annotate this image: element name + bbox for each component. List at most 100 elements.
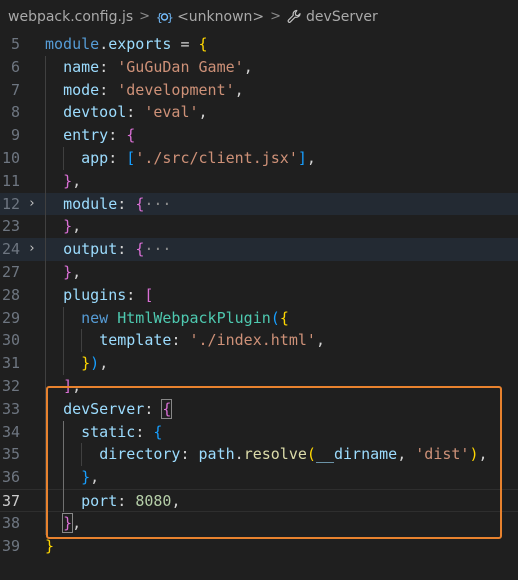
code-editor[interactable]: 5 module.exports = {6 name: 'GuGuDan Game…: [0, 33, 518, 580]
code-token: :: [117, 492, 136, 510]
code-line[interactable]: 5 module.exports = {: [0, 33, 518, 56]
code-token: {: [279, 308, 289, 327]
line-number: 28: [1, 285, 20, 304]
code-line[interactable]: 35 directory: path.resolve(__dirname, 'd…: [0, 443, 518, 466]
code-token: ,: [306, 149, 316, 167]
code-text: }),: [45, 352, 108, 375]
code-line[interactable]: 34 static: {: [0, 421, 518, 444]
code-token: './index.html': [189, 331, 316, 350]
code-token: resolve: [243, 445, 307, 464]
code-text: new HtmlWebpackPlugin({: [45, 307, 289, 330]
code-token: mode: [63, 80, 100, 99]
code-token: :: [99, 57, 118, 76]
code-token: new: [81, 308, 109, 327]
code-line[interactable]: 39}: [0, 535, 518, 558]
code-token: HtmlWebpackPlugin: [117, 308, 271, 327]
code-line[interactable]: 28 plugins: [: [0, 284, 518, 307]
line-number: 6: [10, 57, 20, 76]
line-number: 27: [1, 263, 20, 281]
code-text: module.exports = {: [45, 33, 208, 56]
code-line[interactable]: 23 },: [0, 215, 518, 238]
code-token: ,: [234, 80, 244, 99]
code-text: plugins: [: [45, 284, 153, 307]
code-token: {: [126, 126, 136, 145]
line-number: 5: [10, 35, 20, 53]
code-line[interactable]: 30 template: './index.html',: [0, 329, 518, 352]
code-token: ,: [315, 331, 325, 350]
line-number: 30: [1, 331, 20, 350]
code-token: output: [63, 240, 118, 259]
indent-guide: [63, 147, 65, 170]
code-line[interactable]: 38 },: [0, 512, 518, 535]
code-text: },: [45, 512, 81, 535]
code-token: }: [81, 468, 91, 487]
code-line[interactable]: 33 devServer: {: [0, 398, 518, 421]
indent-guide: [63, 420, 65, 512]
breadcrumb-file-label: webpack.config.js: [8, 8, 134, 25]
line-number: 7: [10, 80, 20, 99]
code-token: ,: [397, 445, 416, 464]
code-token: ,: [198, 103, 208, 122]
code-line[interactable]: 36 },: [0, 466, 518, 489]
code-token: ): [469, 445, 479, 464]
line-number: 32: [1, 377, 20, 395]
code-line[interactable]: 27 },: [0, 261, 518, 284]
code-line[interactable]: 29 new HtmlWebpackPlugin({: [0, 307, 518, 330]
code-token: ,: [478, 445, 488, 464]
code-line[interactable]: 7 mode: 'development',: [0, 79, 518, 102]
breadcrumb-object[interactable]: { } <unknown>: [156, 9, 264, 25]
code-token: 'dist': [415, 445, 470, 464]
code-token: :: [117, 240, 136, 259]
indent-guide: [45, 55, 46, 535]
wrench-icon: [287, 9, 302, 24]
breadcrumb-object-label: <unknown>: [177, 8, 265, 25]
code-token: 'eval': [144, 103, 199, 122]
code-line[interactable]: 24 › output: {···: [0, 238, 518, 261]
svg-text:}: }: [167, 11, 173, 24]
code-text: directory: path.resolve(__dirname, 'dist…: [45, 443, 488, 466]
line-number: 34: [1, 422, 20, 441]
code-token: module: [63, 194, 118, 213]
chevron-right-icon: >: [270, 9, 282, 24]
code-token: (: [270, 308, 280, 327]
fold-chevron-icon[interactable]: ›: [24, 193, 40, 216]
code-token: ,: [243, 57, 253, 76]
code-line[interactable]: 32 ],: [0, 375, 518, 398]
code-line[interactable]: 6 name: 'GuGuDan Game',: [0, 56, 518, 79]
breadcrumb-property[interactable]: devServer: [287, 9, 378, 25]
code-line[interactable]: 9 entry: {: [0, 124, 518, 147]
code-token: {: [135, 194, 145, 213]
breadcrumb-file[interactable]: webpack.config.js: [8, 9, 133, 25]
code-line[interactable]: 8 devtool: 'eval',: [0, 101, 518, 124]
code-text: template: './index.html',: [45, 329, 325, 352]
breadcrumb-property-label: devServer: [306, 8, 378, 25]
line-number: 31: [1, 354, 20, 373]
code-token: .: [234, 445, 244, 464]
code-line[interactable]: 10 app: ['./src/client.jsx'],: [0, 147, 518, 170]
code-token: exports: [108, 35, 172, 53]
code-line[interactable]: 31 }),: [0, 352, 518, 375]
code-token: {: [161, 398, 173, 419]
fold-chevron-icon[interactable]: ›: [24, 238, 40, 261]
code-token: }: [81, 354, 91, 373]
line-number: 37: [1, 492, 20, 510]
code-token: [: [144, 285, 154, 304]
code-token: .: [99, 35, 109, 53]
code-token: __dirname: [315, 445, 398, 464]
code-token: {: [153, 422, 163, 441]
code-token: path: [198, 445, 235, 464]
code-token: ,: [72, 513, 82, 532]
code-line[interactable]: 37 port: 8080,: [0, 489, 518, 512]
code-token: './src/client.jsx': [135, 149, 298, 167]
code-line[interactable]: 12 › module: {···: [0, 192, 518, 216]
code-token: :: [126, 103, 145, 122]
code-line[interactable]: 11 },: [0, 170, 518, 193]
